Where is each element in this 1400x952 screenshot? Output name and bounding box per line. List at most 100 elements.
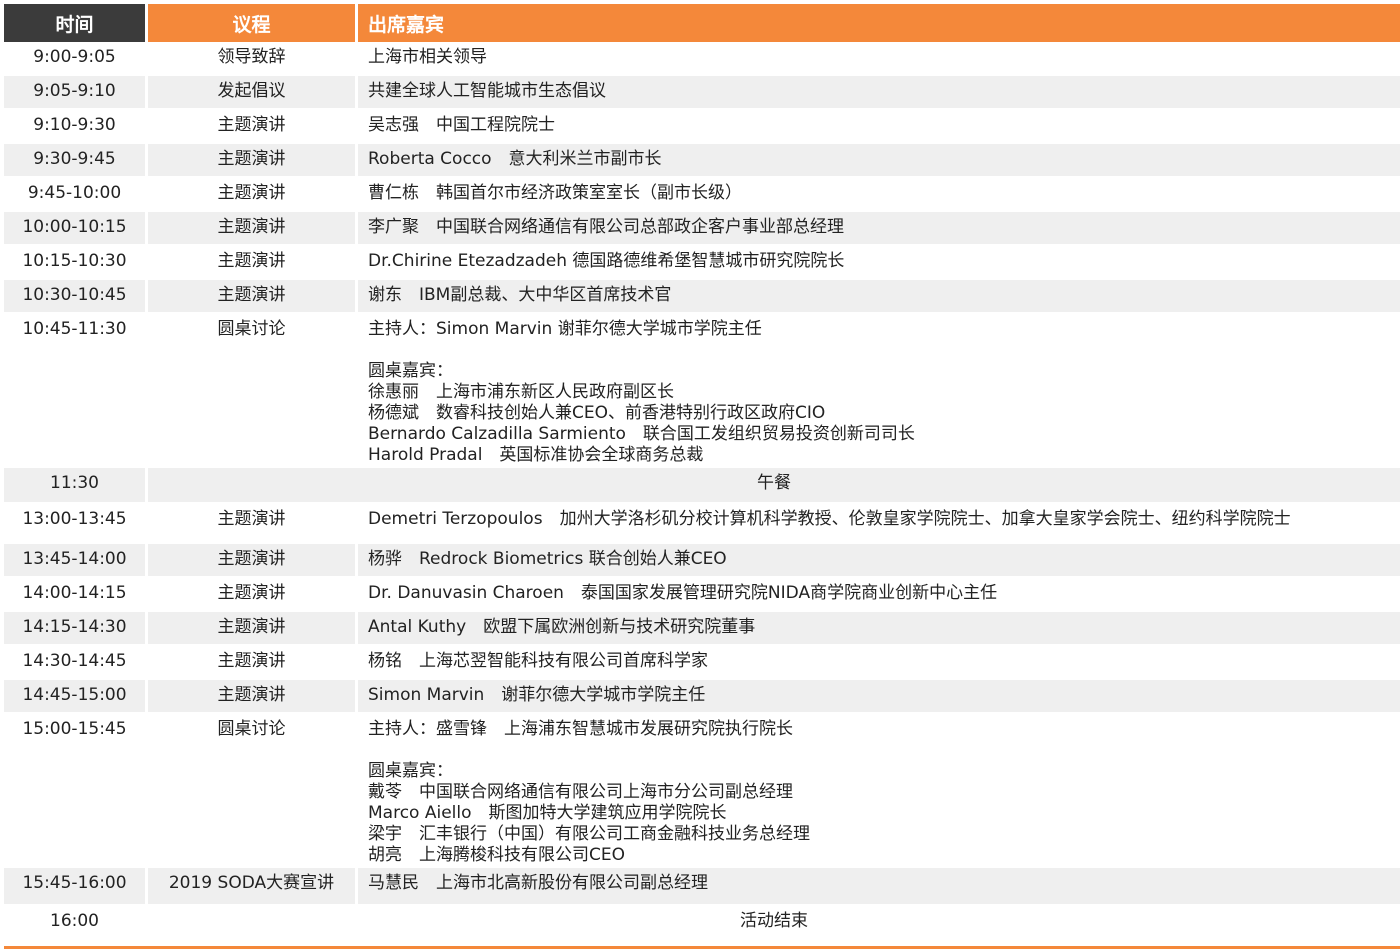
agenda-cell: 圆桌讨论 <box>148 314 358 468</box>
speaker-line: 曹仁栋 韩国首尔市经济政策室室长（副市长级） <box>368 183 742 203</box>
agenda-cell: 主题演讲 <box>148 612 358 646</box>
agenda-text: 主题演讲 <box>217 149 286 169</box>
speaker-line: 上海市相关领导 <box>368 47 487 67</box>
table-row: 9:00-9:05 领导致辞 上海市相关领导 <box>4 42 1400 76</box>
time-cell: 9:00-9:05 <box>4 42 148 76</box>
table-row: 14:45-15:00 主题演讲 Simon Marvin 谢菲尔德大学城市学院主任 <box>4 680 1400 714</box>
time-cell: 15:00-15:45 <box>4 714 148 868</box>
speakers-cell: 主持人：盛雪锋 上海浦东智慧城市发展研究院执行院长 圆桌嘉宾： 戴苓 中国联合网络通… <box>358 714 1400 868</box>
speaker-line: 杨骅 Redrock Biometrics 联合创始人兼CEO <box>368 549 727 569</box>
speakers-cell: 吴志强 中国工程院院士 <box>358 110 1400 144</box>
time-text: 14:15-14:30 <box>22 617 127 637</box>
agenda-text: 主题演讲 <box>217 685 286 705</box>
agenda-cell: 主题演讲 <box>148 110 358 144</box>
table-row: 15:00-15:45 圆桌讨论 主持人：盛雪锋 上海浦东智慧城市发展研究院执行院长… <box>4 714 1400 868</box>
time-cell: 10:15-10:30 <box>4 246 148 280</box>
agenda-cell: 主题演讲 <box>148 144 358 178</box>
agenda-cell: 主题演讲 <box>148 680 358 714</box>
table-row: 14:30-14:45 主题演讲 杨铭 上海芯翌智能科技有限公司首席科学家 <box>4 646 1400 680</box>
speakers-cell: Simon Marvin 谢菲尔德大学城市学院主任 <box>358 680 1400 714</box>
table-row: 13:00-13:45 主题演讲 Demetri Terzopoulos 加州大学洛… <box>4 504 1400 544</box>
agenda-text: 2019 SODA大赛宣讲 <box>168 873 335 893</box>
agenda-cell: 主题演讲 <box>148 280 358 314</box>
header-speakers: 出席嘉宾 <box>358 4 1400 42</box>
time-cell: 14:00-14:15 <box>4 578 148 612</box>
table-row: 13:45-14:00 主题演讲 杨骅 Redrock Biometrics 联合创… <box>4 544 1400 578</box>
speakers-cell: 主持人：Simon Marvin 谢菲尔德大学城市学院主任 圆桌嘉宾： 徐惠丽 上海… <box>358 314 1400 468</box>
session-note: 午餐 <box>757 473 791 493</box>
speakers-cell: 上海市相关领导 <box>358 42 1400 76</box>
table-row: 10:00-10:15 主题演讲 李广聚 中国联合网络通信有限公司总部政企客户事业部… <box>4 212 1400 246</box>
speaker-line <box>368 740 1400 761</box>
speakers-cell: Dr.Chirine Etezadzadeh 德国路德维希堡智慧城市研究院院长 <box>358 246 1400 280</box>
time-text: 14:30-14:45 <box>22 651 127 671</box>
speakers-cell: Antal Kuthy 欧盟下属欧洲创新与技术研究院董事 <box>358 612 1400 646</box>
table-row: 9:10-9:30 主题演讲 吴志强 中国工程院院士 <box>4 110 1400 144</box>
speaker-line: Bernardo Calzadilla Sarmiento 联合国工发组织贸易投… <box>368 424 915 444</box>
table-row: 11:30 午餐 <box>4 468 1400 504</box>
agenda-text: 主题演讲 <box>217 617 286 637</box>
agenda-cell: 主题演讲 <box>148 544 358 578</box>
speaker-line: 谢东 IBM副总裁、大中华区首席技术官 <box>368 285 672 305</box>
agenda-text: 主题演讲 <box>217 549 286 569</box>
agenda-text: 主题演讲 <box>217 251 286 271</box>
speakers-cell: 共建全球人工智能城市生态倡议 <box>358 76 1400 110</box>
agenda-table: 时间 议程 出席嘉宾 9:00-9:05 领导致辞 上海市相关领导 9:05-9:10… <box>4 4 1400 939</box>
speaker-line: Dr. Danuvasin Charoen 泰国国家发展管理研究院NIDA商学院… <box>368 583 998 603</box>
time-text: 10:45-11:30 <box>22 319 127 339</box>
speaker-line: 杨德斌 数睿科技创始人兼CEO、前香港特别行政区政府CIO <box>368 403 826 423</box>
agenda-cell: 发起倡议 <box>148 76 358 110</box>
bottom-divider <box>4 946 1400 949</box>
speakers-cell: 李广聚 中国联合网络通信有限公司总部政企客户事业部总经理 <box>358 212 1400 246</box>
time-cell: 13:45-14:00 <box>4 544 148 578</box>
speaker-line: 徐惠丽 上海市浦东新区人民政府副区长 <box>368 382 674 402</box>
speaker-line: 胡亮 上海腾梭科技有限公司CEO <box>368 845 625 865</box>
time-cell: 13:00-13:45 <box>4 504 148 544</box>
time-text: 11:30 <box>50 473 99 493</box>
agenda-cell: 主题演讲 <box>148 212 358 246</box>
agenda-text: 主题演讲 <box>217 651 286 671</box>
speaker-line: 共建全球人工智能城市生态倡议 <box>368 81 606 101</box>
time-cell: 9:05-9:10 <box>4 76 148 110</box>
time-text: 14:00-14:15 <box>22 583 127 603</box>
speaker-line: 李广聚 中国联合网络通信有限公司总部政企客户事业部总经理 <box>368 217 844 237</box>
agenda-text: 主题演讲 <box>217 509 286 529</box>
agenda-cell: 主题演讲 <box>148 246 358 280</box>
time-cell: 9:10-9:30 <box>4 110 148 144</box>
session-note: 活动结束 <box>740 911 808 931</box>
speaker-line: Dr.Chirine Etezadzadeh 德国路德维希堡智慧城市研究院院长 <box>368 251 845 271</box>
table-row: 15:45-16:00 2019 SODA大赛宣讲 马慧民 上海市北高新股份有限公司… <box>4 868 1400 906</box>
time-cell: 10:45-11:30 <box>4 314 148 468</box>
time-cell: 15:45-16:00 <box>4 868 148 906</box>
table-row: 10:45-11:30 圆桌讨论 主持人：Simon Marvin 谢菲尔德大学城市… <box>4 314 1400 468</box>
header-agenda: 议程 <box>148 4 358 42</box>
header-time: 时间 <box>4 4 148 42</box>
agenda-text: 圆桌讨论 <box>217 319 286 339</box>
table-row: 16:00 活动结束 <box>4 906 1400 939</box>
table-row: 10:30-10:45 主题演讲 谢东 IBM副总裁、大中华区首席技术官 <box>4 280 1400 314</box>
speaker-line: 杨铭 上海芯翌智能科技有限公司首席科学家 <box>368 651 708 671</box>
agenda-text: 主题演讲 <box>217 217 286 237</box>
time-text: 14:45-15:00 <box>22 685 127 705</box>
agenda-cell: 2019 SODA大赛宣讲 <box>148 868 358 906</box>
time-text: 10:30-10:45 <box>22 285 127 305</box>
speaker-line: 圆桌嘉宾： <box>368 761 453 781</box>
speaker-line: 马慧民 上海市北高新股份有限公司副总经理 <box>368 873 708 893</box>
time-cell: 10:00-10:15 <box>4 212 148 246</box>
speaker-line: Antal Kuthy 欧盟下属欧洲创新与技术研究院董事 <box>368 617 756 637</box>
speaker-line: Harold Pradal 英国标准协会全球商务总裁 <box>368 445 704 465</box>
speakers-cell: 谢东 IBM副总裁、大中华区首席技术官 <box>358 280 1400 314</box>
speakers-cell: 杨铭 上海芯翌智能科技有限公司首席科学家 <box>358 646 1400 680</box>
agenda-text: 主题演讲 <box>217 115 286 135</box>
agenda-cell: 领导致辞 <box>148 42 358 76</box>
agenda-cell: 主题演讲 <box>148 578 358 612</box>
agenda-cell: 主题演讲 <box>148 178 358 212</box>
speaker-line: 戴苓 中国联合网络通信有限公司上海市分公司副总经理 <box>368 782 793 802</box>
header-row: 时间 议程 出席嘉宾 <box>4 4 1400 42</box>
time-text: 13:00-13:45 <box>22 509 127 529</box>
time-text: 16:00 <box>50 911 99 931</box>
time-cell: 10:30-10:45 <box>4 280 148 314</box>
agenda-text: 圆桌讨论 <box>217 719 286 739</box>
agenda-text: 领导致辞 <box>217 47 286 67</box>
agenda-text: 主题演讲 <box>217 285 286 305</box>
